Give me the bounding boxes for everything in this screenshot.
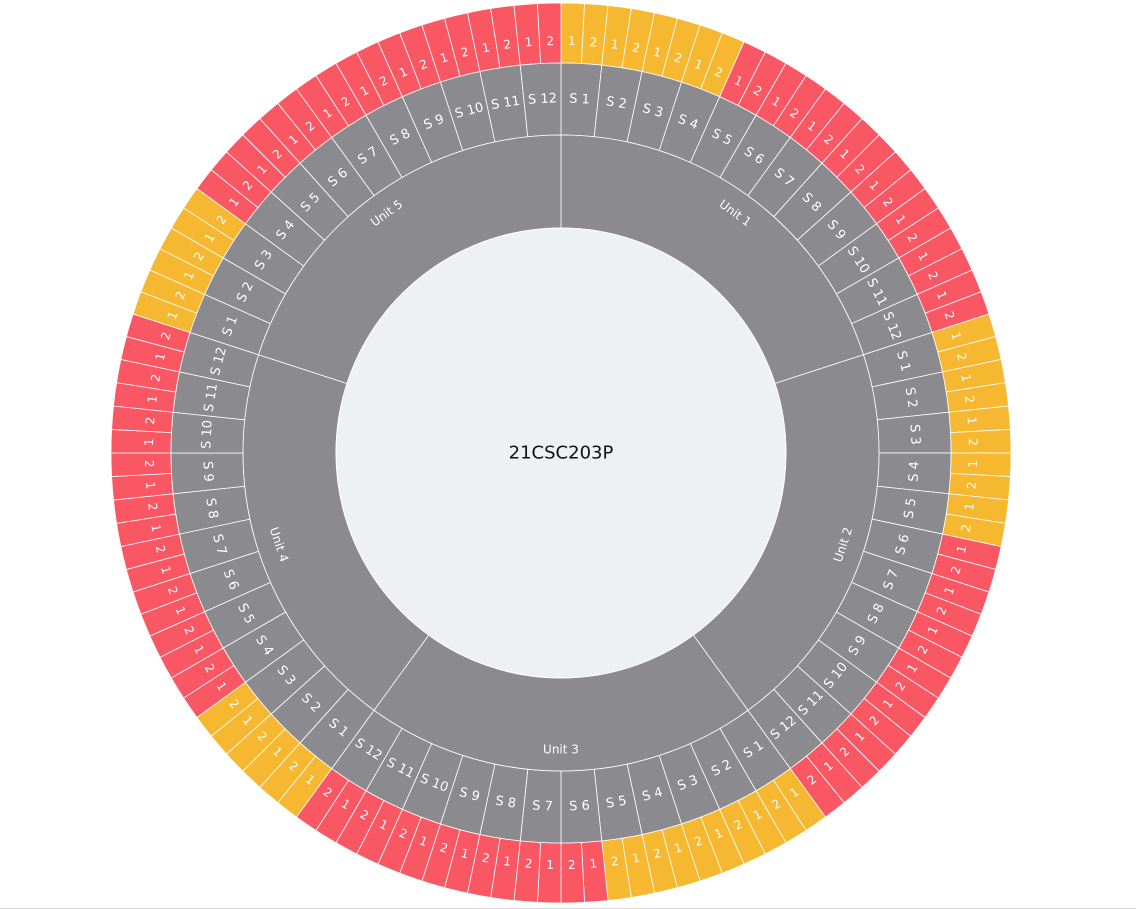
session-label: S 2: [605, 94, 628, 112]
part-segment[interactable]: [537, 842, 562, 904]
course-sunburst-chart: 1 2 1 2 1 2 1 212121212121212121212121212121212…: [110, 2, 1012, 904]
session-label: S 2: [902, 386, 920, 409]
session-label: S 3: [906, 424, 922, 445]
session-label: S 8: [494, 794, 517, 812]
unit-label: Unit 3: [543, 743, 579, 757]
part-label: 2: [964, 481, 979, 490]
session-label: S 4: [906, 461, 922, 482]
session-label: S 1: [569, 91, 590, 107]
session-label: S 5: [902, 497, 920, 520]
session-label: S 7: [532, 798, 553, 814]
session-label: S 5: [605, 794, 628, 812]
part-label: 2: [966, 438, 980, 446]
part-label: 2: [589, 35, 598, 50]
part-label: 1: [964, 416, 979, 425]
session-label: S 6: [569, 798, 590, 814]
part-segment[interactable]: [950, 452, 1012, 477]
part-label: 1: [966, 460, 980, 468]
course-code-label: 21CSC203P: [509, 443, 614, 464]
part-label: 2: [546, 34, 554, 48]
part-label: 1: [142, 438, 156, 446]
part-segment[interactable]: [110, 452, 172, 477]
session-label: S 12: [528, 91, 558, 107]
part-label: 1: [143, 481, 158, 490]
session-label: S 9: [199, 461, 215, 482]
part-segment[interactable]: [560, 842, 585, 904]
part-label: 1: [589, 856, 598, 871]
part-label: 2: [142, 460, 156, 468]
session-label: S 8: [202, 497, 220, 520]
part-label: 2: [143, 416, 158, 425]
part-label: 2: [524, 856, 533, 871]
part-label: 1: [524, 35, 533, 50]
part-label: 1: [568, 34, 576, 48]
part-label: 2: [568, 858, 576, 872]
part-label: 1: [546, 858, 554, 872]
session-label: S 10: [199, 420, 215, 450]
